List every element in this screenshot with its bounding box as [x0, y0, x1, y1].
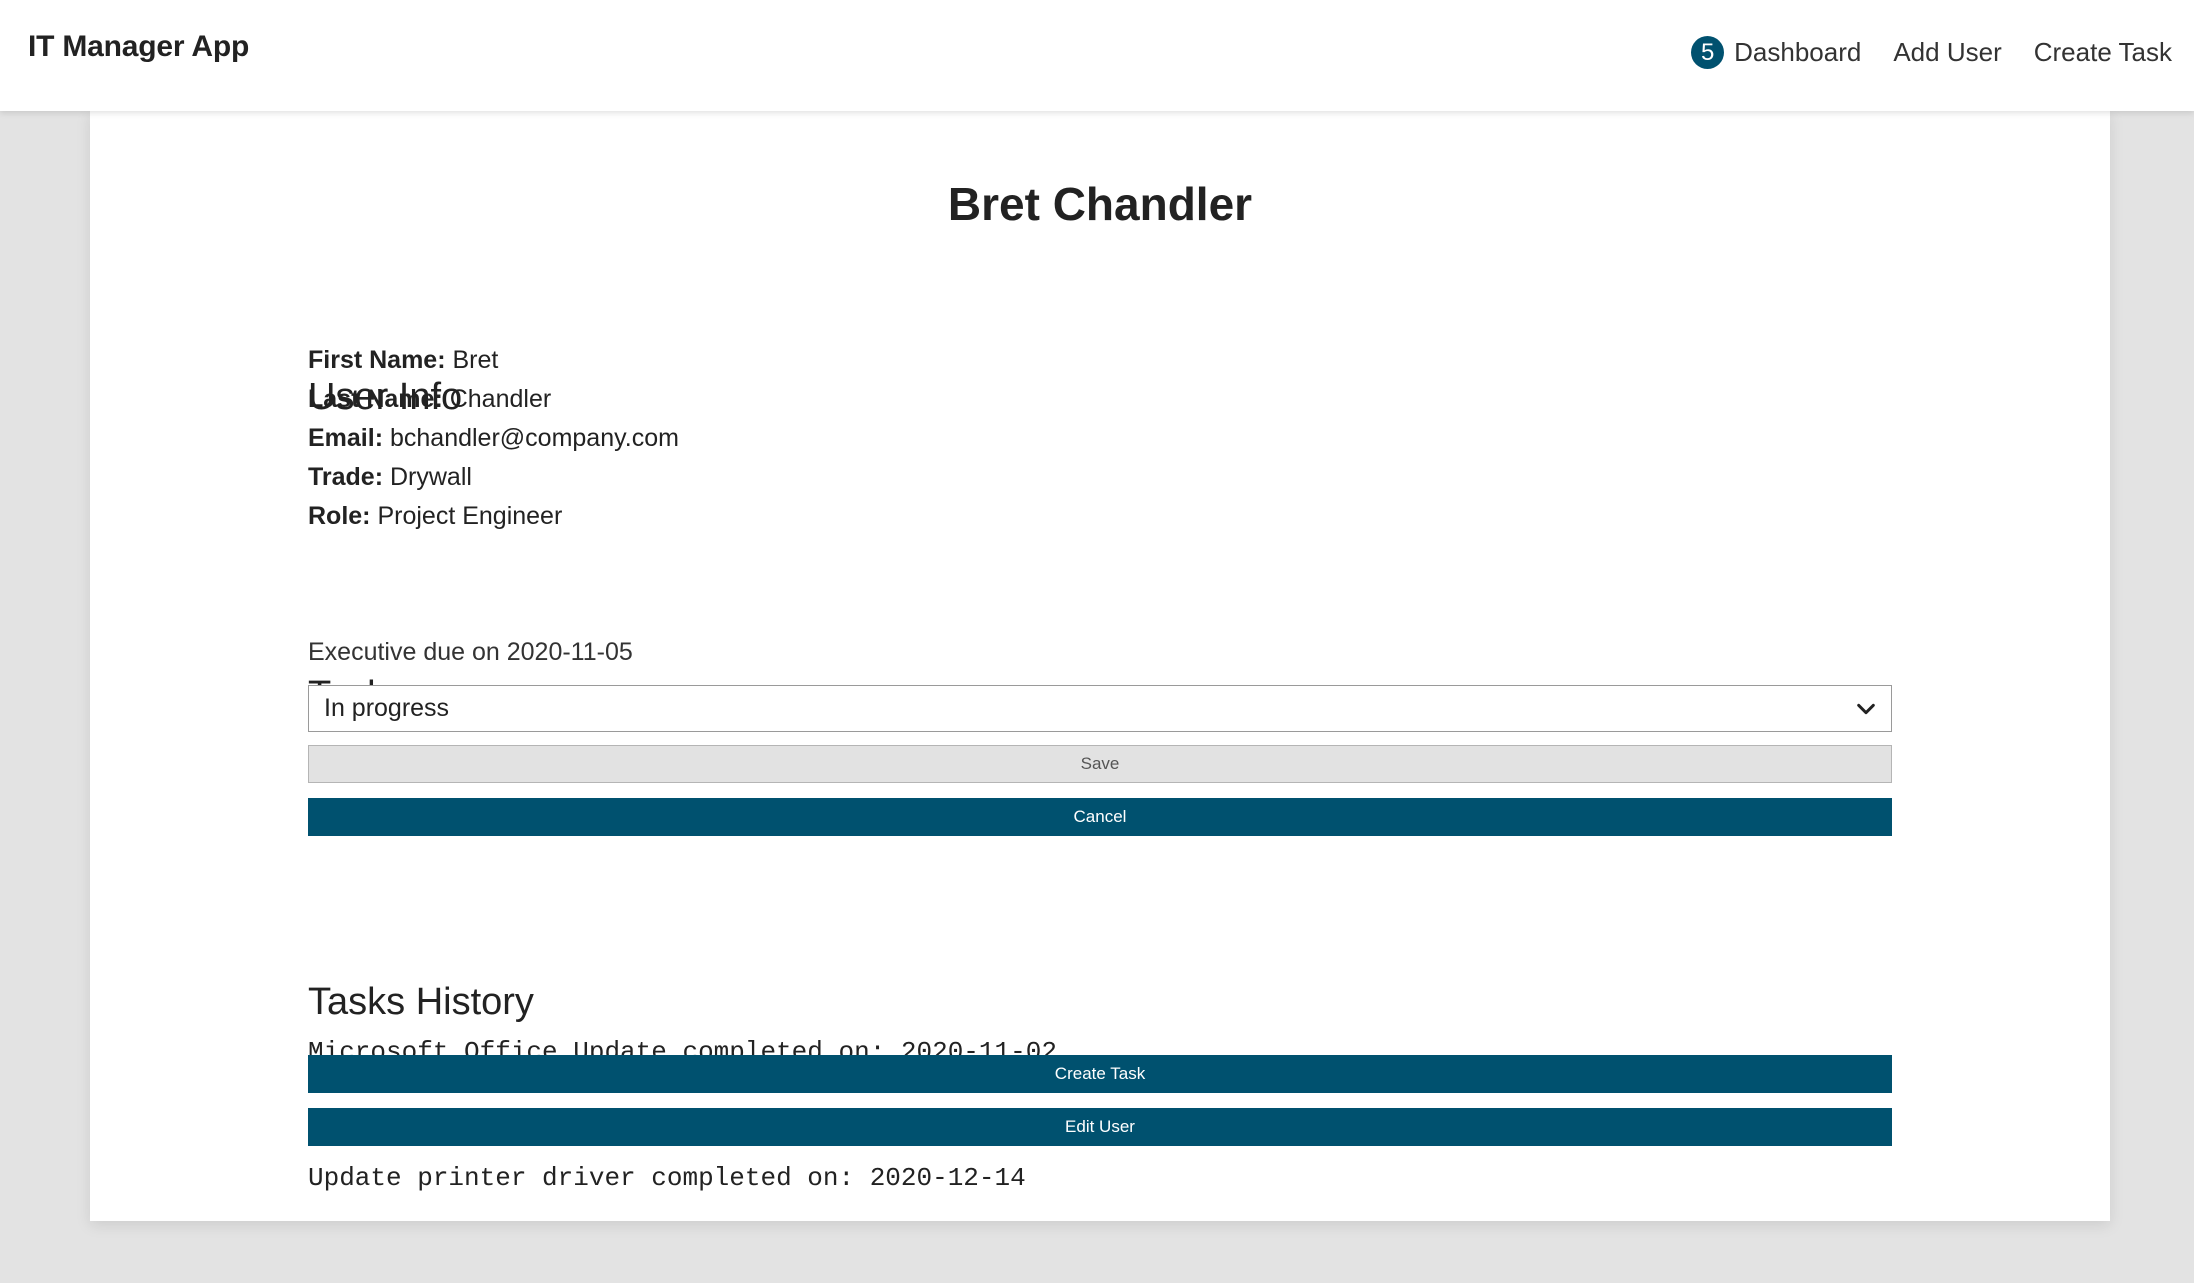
task-status-select[interactable]: In progress: [308, 685, 1892, 732]
history-item: Update printer driver completed on: 2020…: [308, 1163, 1026, 1193]
nav-link-dashboard-label: Dashboard: [1734, 37, 1862, 67]
save-button[interactable]: Save: [308, 745, 1892, 783]
user-info-first-name: First Name: Bret: [308, 341, 679, 380]
user-info-trade: Trade: Drywall: [308, 458, 679, 497]
field-label: Trade:: [308, 463, 384, 491]
nav-links: 5 Dashboard Add User Create Task: [1691, 36, 2172, 69]
dashboard-count-badge: 5: [1691, 36, 1725, 69]
chevron-down-icon: [1857, 703, 1875, 715]
user-info-email: Email: bchandler@company.com: [308, 419, 679, 458]
field-label: First Name:: [308, 346, 446, 374]
user-detail-card: Bret Chandler User Info First Name: Bret…: [90, 111, 2110, 1221]
field-label: Email:: [308, 424, 384, 452]
nav-link-create-task[interactable]: Create Task: [2034, 37, 2172, 68]
page-title: Bret Chandler: [947, 178, 1253, 230]
current-task-text: Executive due on 2020-11-05: [308, 638, 633, 666]
nav-link-create-task-label: Create Task: [2033, 37, 2172, 67]
create-task-button[interactable]: Create Task: [308, 1055, 1892, 1093]
field-value: bchandler@company.com: [389, 424, 679, 452]
app-brand[interactable]: IT Manager App: [28, 30, 249, 64]
cancel-button[interactable]: Cancel: [308, 798, 1892, 836]
user-info-role: Role: Project Engineer: [308, 497, 679, 536]
field-value: Project Engineer: [377, 502, 563, 530]
field-value: Drywall: [389, 463, 472, 491]
user-info-last-name: Last Name: Chandler: [308, 380, 679, 419]
field-value: Chandler: [449, 385, 552, 413]
field-label: Last Name:: [308, 385, 443, 413]
task-status-selected-value: In progress: [324, 694, 450, 722]
field-value: Bret: [452, 346, 499, 374]
nav-link-add-user[interactable]: Add User: [1893, 37, 2001, 68]
edit-user-button[interactable]: Edit User: [308, 1108, 1892, 1146]
navbar: IT Manager App 5 Dashboard Add User Crea…: [0, 0, 2194, 111]
nav-link-add-user-label: Add User: [1893, 37, 2002, 67]
user-info-list: First Name: Bret Last Name: Chandler Ema…: [308, 341, 679, 536]
field-label: Role:: [308, 502, 371, 530]
nav-link-dashboard[interactable]: 5 Dashboard: [1691, 36, 1861, 69]
